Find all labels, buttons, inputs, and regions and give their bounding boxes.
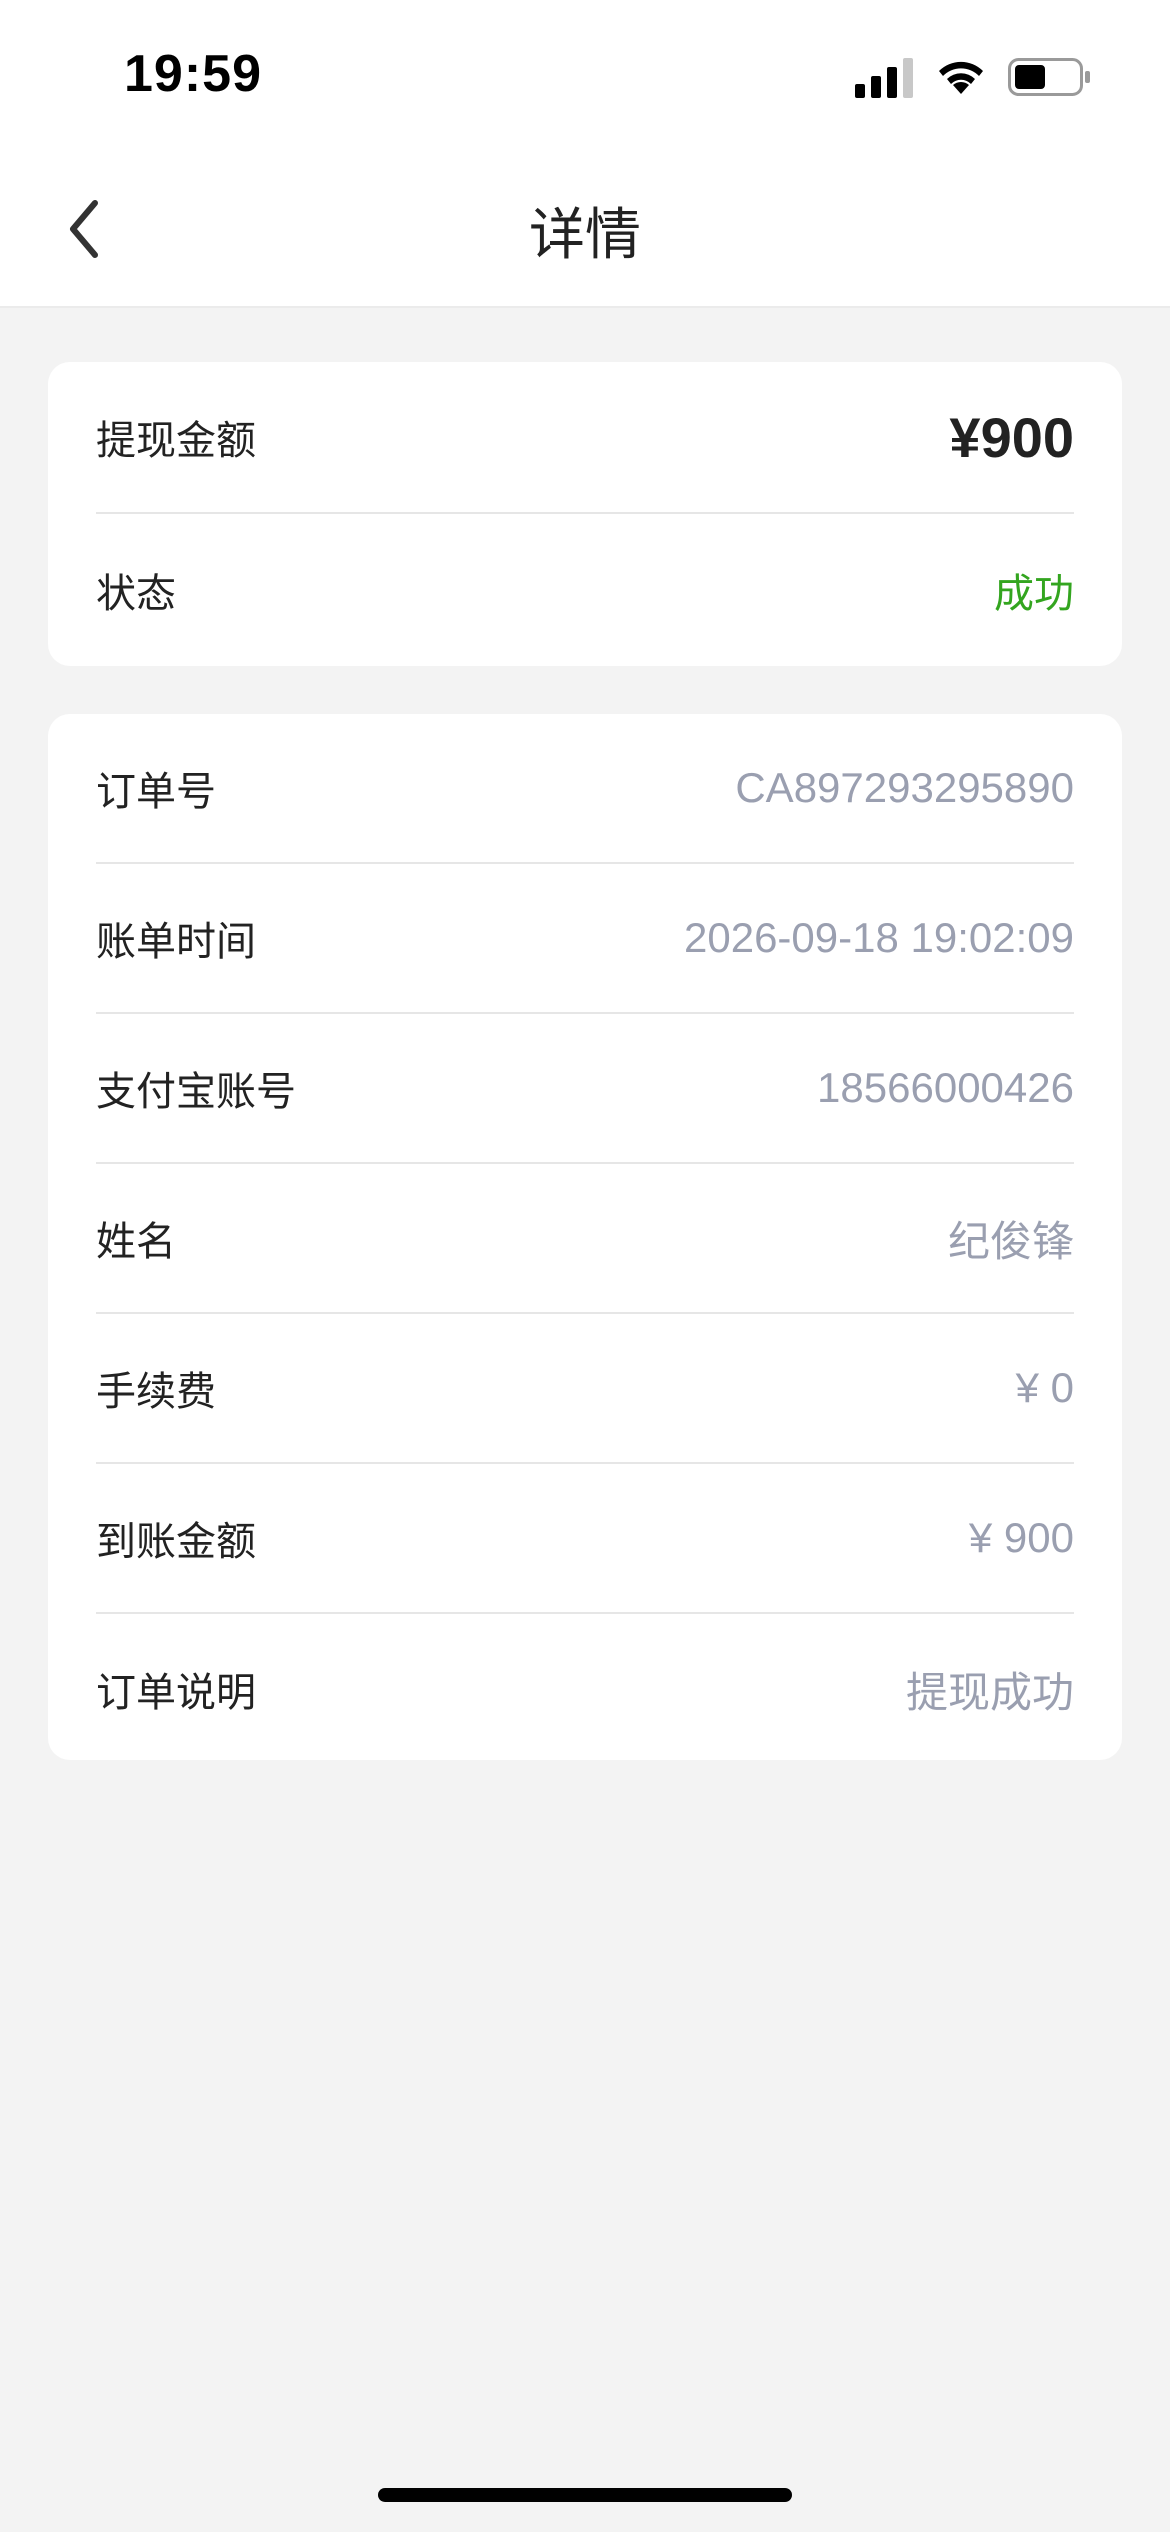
detail-value: CA897293295890 [735,764,1074,811]
detail-row-bill-time: 账单时间 2026-09-18 19:02:09 [96,864,1074,1014]
detail-row-order-number: 订单号 CA897293295890 [96,714,1074,864]
amount-row: 提现金额 ¥900 [96,362,1074,514]
summary-card: 提现金额 ¥900 状态 成功 [48,362,1122,666]
detail-row-fee: 手续费 ¥ 0 [96,1314,1074,1464]
status-bar: 19:59 [0,0,1170,150]
status-time: 19:59 [124,45,262,103]
detail-row-name: 姓名 纪俊锋 [96,1164,1074,1314]
detail-label: 到账金额 [96,1519,256,1565]
detail-value: 2026-09-18 19:02:09 [684,914,1074,961]
page-title: 详情 [529,203,641,268]
status-badge: 成功 [994,571,1074,617]
detail-row-received-amount: 到账金额 ¥ 900 [96,1464,1074,1614]
amount-label: 提现金额 [96,418,256,464]
detail-label: 订单说明 [96,1670,256,1716]
detail-value: ¥ 900 [968,1514,1074,1561]
wifi-icon [939,61,983,94]
battery-icon [1008,58,1090,96]
detail-value: 18566000426 [817,1064,1074,1111]
detail-value: ¥ 0 [1015,1364,1074,1411]
status-label: 状态 [96,571,176,617]
screen: 19:59 详情 提现金额 ¥900 状态 成功 订单号 CA897293295… [0,0,1170,2532]
detail-label: 订单号 [96,769,216,815]
home-indicator[interactable] [378,2488,792,2502]
detail-label: 支付宝账号 [96,1069,296,1115]
detail-row-order-note: 订单说明 提现成功 [96,1614,1074,1764]
detail-row-alipay-account: 支付宝账号 18566000426 [96,1014,1074,1164]
detail-label: 姓名 [96,1219,176,1265]
detail-value: 纪俊锋 [947,1217,1074,1265]
details-card: 订单号 CA897293295890 账单时间 2026-09-18 19:02… [48,714,1122,1760]
status-row: 状态 成功 [96,514,1074,666]
detail-label: 手续费 [96,1369,216,1415]
signal-icon [855,58,913,98]
nav-bar: 详情 [0,150,1170,308]
amount-value: ¥900 [949,405,1074,469]
detail-value: 提现成功 [905,1668,1074,1716]
detail-label: 账单时间 [96,919,256,965]
